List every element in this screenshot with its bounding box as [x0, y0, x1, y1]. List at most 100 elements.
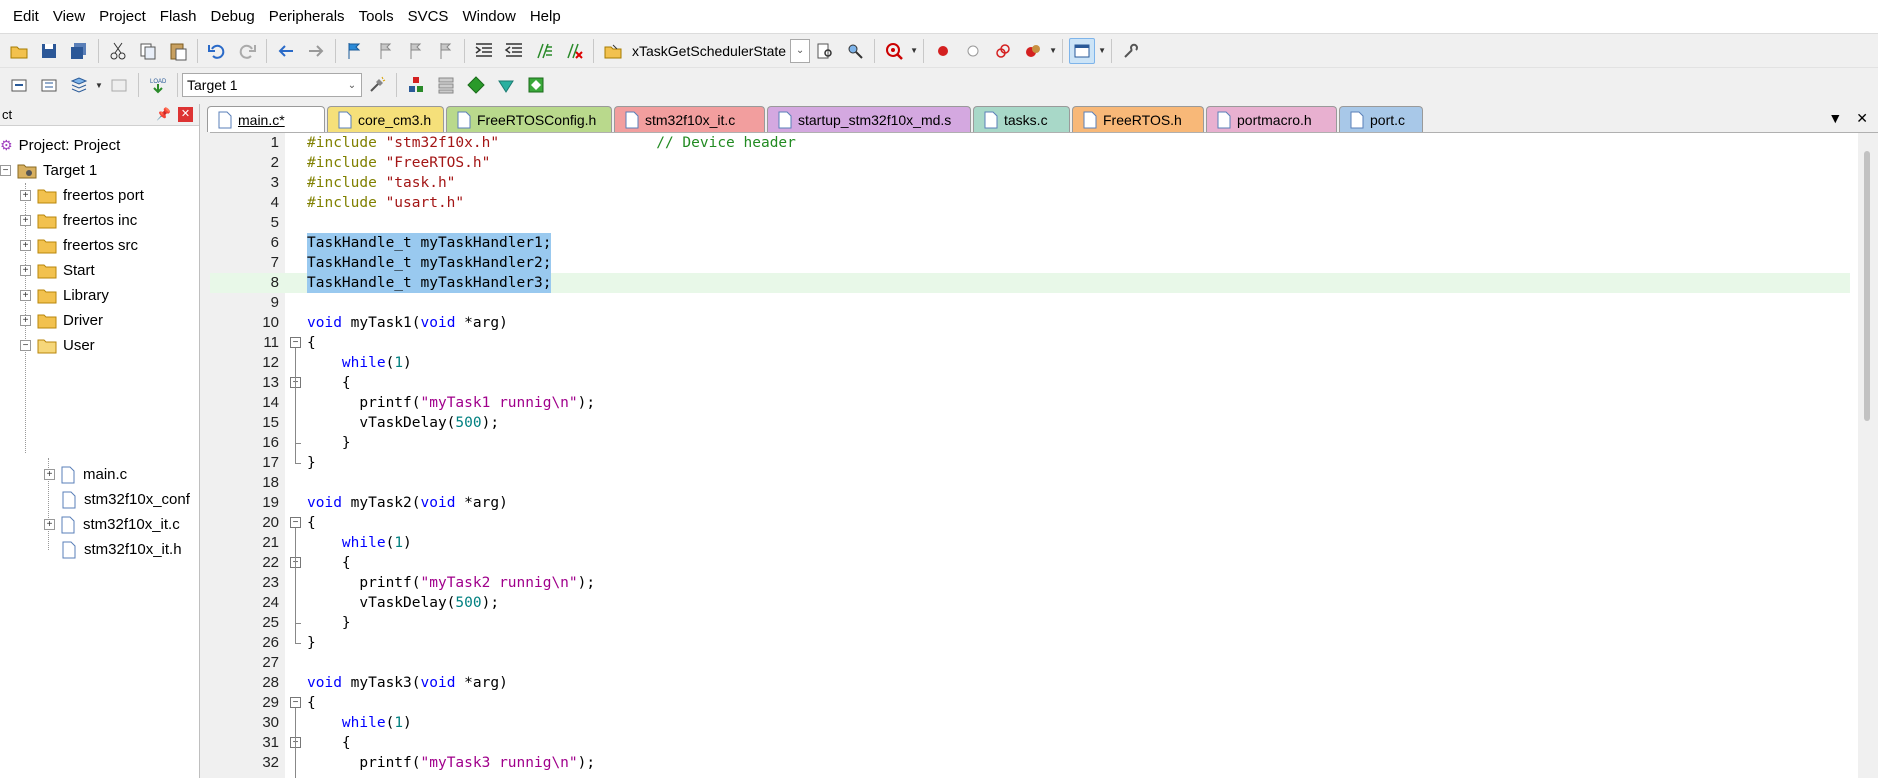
debug-session-icon[interactable] — [881, 38, 907, 64]
code-line[interactable]: 9 — [210, 293, 1850, 313]
tree-item-target[interactable]: − Target 1 — [0, 158, 97, 183]
tree-item-file-main-c[interactable]: + main.c — [44, 462, 127, 487]
next-bookmark-icon[interactable] — [402, 38, 428, 64]
disable-all-breakpoints-icon[interactable] — [990, 38, 1016, 64]
fold-collapse-icon[interactable]: − — [290, 517, 301, 528]
code-line[interactable]: 4 #include "usart.h" — [210, 193, 1850, 213]
code-line[interactable]: 16 } — [210, 433, 1850, 453]
tree-item-group-freertos-src[interactable]: + freertos src — [20, 233, 138, 258]
code-line[interactable]: 20 {− — [210, 513, 1850, 533]
nav-forward-icon[interactable] — [303, 38, 329, 64]
code-line[interactable]: 21 while(1) — [210, 533, 1850, 553]
tree-item-group-freertos-port[interactable]: + freertos port — [20, 183, 144, 208]
code-line[interactable]: 24 vTaskDelay(500); — [210, 593, 1850, 613]
code-line[interactable]: 14 printf("myTask1 runnig\n"); — [210, 393, 1850, 413]
indent-icon[interactable] — [471, 38, 497, 64]
bookmark-icon[interactable] — [342, 38, 368, 64]
code-line[interactable]: 7 TaskHandle_t myTaskHandler2; — [210, 253, 1850, 273]
code-line[interactable]: 27 — [210, 653, 1850, 673]
redo-icon[interactable] — [234, 38, 260, 64]
collapse-icon[interactable]: − — [20, 340, 31, 351]
translate-icon[interactable] — [6, 72, 32, 98]
code-line[interactable]: 6 TaskHandle_t myTaskHandler1; — [210, 233, 1850, 253]
uncomment-icon[interactable] — [561, 38, 587, 64]
nav-back-icon[interactable] — [273, 38, 299, 64]
tab-freertos-h[interactable]: FreeRTOS.h — [1072, 106, 1204, 132]
tab-port-c[interactable]: port.c — [1339, 106, 1423, 132]
tab-freertosconfig-h[interactable]: FreeRTOSConfig.h — [446, 106, 612, 132]
open-file-icon[interactable] — [6, 38, 32, 64]
code-line[interactable]: 18 — [210, 473, 1850, 493]
expand-icon[interactable]: + — [20, 215, 31, 226]
tab-main-c[interactable]: main.c* — [207, 106, 325, 132]
undo-icon[interactable] — [204, 38, 230, 64]
code-line[interactable]: 19 void myTask2(void *arg) — [210, 493, 1850, 513]
code-line[interactable]: 13 {− — [210, 373, 1850, 393]
expand-icon[interactable]: + — [20, 290, 31, 301]
code-line[interactable]: 15 vTaskDelay(500); — [210, 413, 1850, 433]
disable-breakpoint-icon[interactable] — [960, 38, 986, 64]
tree-item-project-root[interactable]: ⚙ Project: Project — [0, 133, 120, 158]
file-extensions-icon[interactable] — [433, 72, 459, 98]
menu-peripherals[interactable]: Peripherals — [262, 0, 352, 34]
code-line[interactable]: 2 #include "FreeRTOS.h" — [210, 153, 1850, 173]
clear-bookmarks-icon[interactable] — [432, 38, 458, 64]
tree-item-group-driver[interactable]: + Driver — [20, 308, 103, 333]
target-select[interactable]: Target 1 ⌄ — [182, 73, 362, 97]
code-line[interactable]: 25 } — [210, 613, 1850, 633]
code-line[interactable]: 17} — [210, 453, 1850, 473]
menu-window[interactable]: Window — [455, 0, 522, 34]
code-line[interactable]: 26} — [210, 633, 1850, 653]
tab-stm32f10x-it-c[interactable]: stm32f10x_it.c — [614, 106, 765, 132]
breakpoint-icon[interactable] — [930, 38, 956, 64]
target-options-icon[interactable] — [364, 72, 390, 98]
code-line[interactable]: 31 {− — [210, 733, 1850, 753]
incremental-find-icon[interactable] — [842, 38, 868, 64]
code-line[interactable]: 23 printf("myTask2 runnig\n"); — [210, 573, 1850, 593]
tab-startup-stm32f10x-md-s[interactable]: startup_stm32f10x_md.s — [767, 106, 971, 132]
cut-icon[interactable] — [105, 38, 131, 64]
unindent-icon[interactable] — [501, 38, 527, 64]
fold-collapse-icon[interactable]: − — [290, 697, 301, 708]
prev-bookmark-icon[interactable] — [372, 38, 398, 64]
menu-debug[interactable]: Debug — [203, 0, 261, 34]
manage-components-icon[interactable] — [403, 72, 429, 98]
function-combo-dropdown[interactable]: ⌄ — [790, 38, 811, 63]
select-pack-icon[interactable] — [493, 72, 519, 98]
code-line[interactable]: 10 void myTask1(void *arg) — [210, 313, 1850, 333]
kill-all-breakpoints-icon[interactable] — [1020, 38, 1046, 64]
pack-installer-icon[interactable] — [463, 72, 489, 98]
paste-icon[interactable] — [165, 38, 191, 64]
expand-icon[interactable]: + — [20, 315, 31, 326]
find-icon[interactable] — [812, 38, 838, 64]
expand-icon[interactable]: + — [20, 265, 31, 276]
code-line[interactable]: 3 #include "task.h" — [210, 173, 1850, 193]
close-icon[interactable]: ✕ — [178, 107, 193, 122]
scrollbar-thumb[interactable] — [1864, 151, 1870, 421]
code-line[interactable]: 32 printf("myTask3 runnig\n"); — [210, 753, 1850, 773]
pin-icon[interactable]: 📌 — [156, 107, 171, 121]
code-line[interactable]: 29 {− — [210, 693, 1850, 713]
expand-icon[interactable]: + — [44, 519, 55, 530]
runtime-env-icon[interactable] — [523, 72, 549, 98]
code-line[interactable]: 11 {− — [210, 333, 1850, 353]
load-icon[interactable]: LOAD — [145, 72, 171, 98]
expand-icon[interactable]: + — [44, 469, 55, 480]
collapse-icon[interactable]: − — [0, 165, 11, 176]
menu-view[interactable]: View — [46, 0, 92, 34]
menu-project[interactable]: Project — [92, 0, 153, 34]
tree-item-file-stm32f10x-it-h[interactable]: stm32f10x_it.h — [62, 537, 182, 562]
tree-item-file-stm32f10x-it-c[interactable]: + stm32f10x_it.c — [44, 512, 180, 537]
configure-icon[interactable] — [1118, 38, 1144, 64]
find-in-files-icon[interactable] — [600, 38, 626, 64]
code-line[interactable]: 30 while(1) — [210, 713, 1850, 733]
menu-svcs[interactable]: SVCS — [401, 0, 456, 34]
tab-list-dropdown-icon[interactable]: ▼ — [1828, 110, 1842, 127]
chevron-down-icon[interactable]: ▼ — [94, 81, 104, 90]
save-all-icon[interactable] — [66, 38, 92, 64]
menu-help[interactable]: Help — [523, 0, 568, 34]
code-line[interactable]: 12 while(1) — [210, 353, 1850, 373]
expand-icon[interactable]: + — [20, 190, 31, 201]
tree-item-file-stm32f10x-conf[interactable]: stm32f10x_conf — [62, 487, 190, 512]
tab-tasks-c[interactable]: tasks.c — [973, 106, 1070, 132]
